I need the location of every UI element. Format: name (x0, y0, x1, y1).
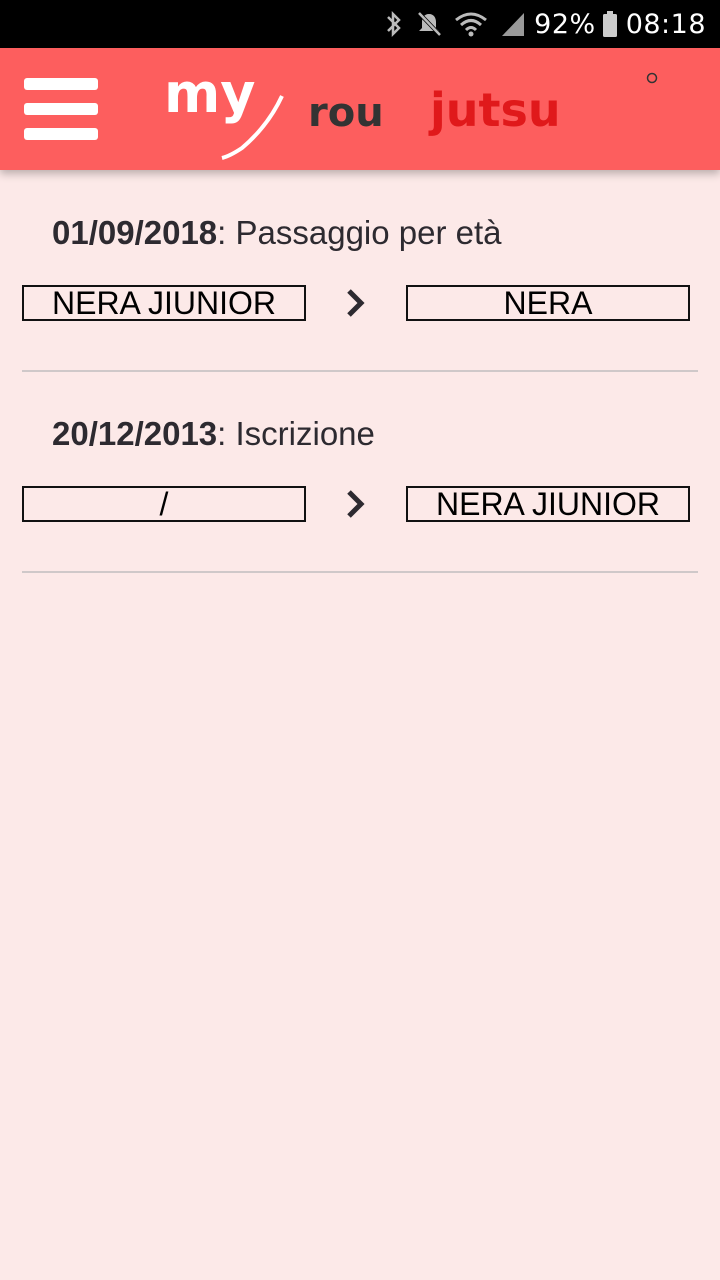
entry-date: 01/09/2018 (52, 214, 218, 251)
divider (22, 370, 698, 372)
history-entry: 01/09/2018: Passaggio per età NERA JIUNI… (22, 214, 698, 374)
chevron-right-icon (347, 490, 365, 518)
entry-event: : Iscrizione (217, 415, 375, 452)
to-belt: NERA (406, 285, 690, 321)
from-belt: NERA JIUNIOR (22, 285, 306, 321)
chevron-right-icon (347, 289, 365, 317)
from-belt: / (22, 486, 306, 522)
entry-event: : Passaggio per età (217, 214, 502, 251)
app-logo: my rou jutsu (164, 68, 658, 160)
wifi-icon (454, 10, 488, 38)
battery-icon (602, 10, 618, 38)
battery-percent: 92% (534, 8, 596, 40)
history-entry: 20/12/2013: Iscrizione / NERA JIUNIOR (22, 415, 698, 575)
signal-icon (500, 10, 526, 38)
entry-date: 20/12/2013 (52, 415, 218, 452)
logo-jutsu-part: jutsu (428, 83, 561, 137)
to-belt: NERA JIUNIOR (406, 486, 690, 522)
app-bar: my rou jutsu (0, 48, 720, 170)
bluetooth-icon (384, 10, 404, 38)
entry-heading: 20/12/2013: Iscrizione (52, 415, 375, 453)
logo-rou-part: rou (308, 90, 384, 136)
logo-my-part: my (164, 68, 255, 125)
mute-icon (416, 10, 442, 38)
status-bar: 92% 08:18 (0, 0, 720, 48)
clock: 08:18 (625, 8, 706, 40)
hamburger-menu-icon[interactable] (24, 76, 98, 142)
divider (22, 571, 698, 573)
entry-heading: 01/09/2018: Passaggio per età (52, 214, 502, 252)
